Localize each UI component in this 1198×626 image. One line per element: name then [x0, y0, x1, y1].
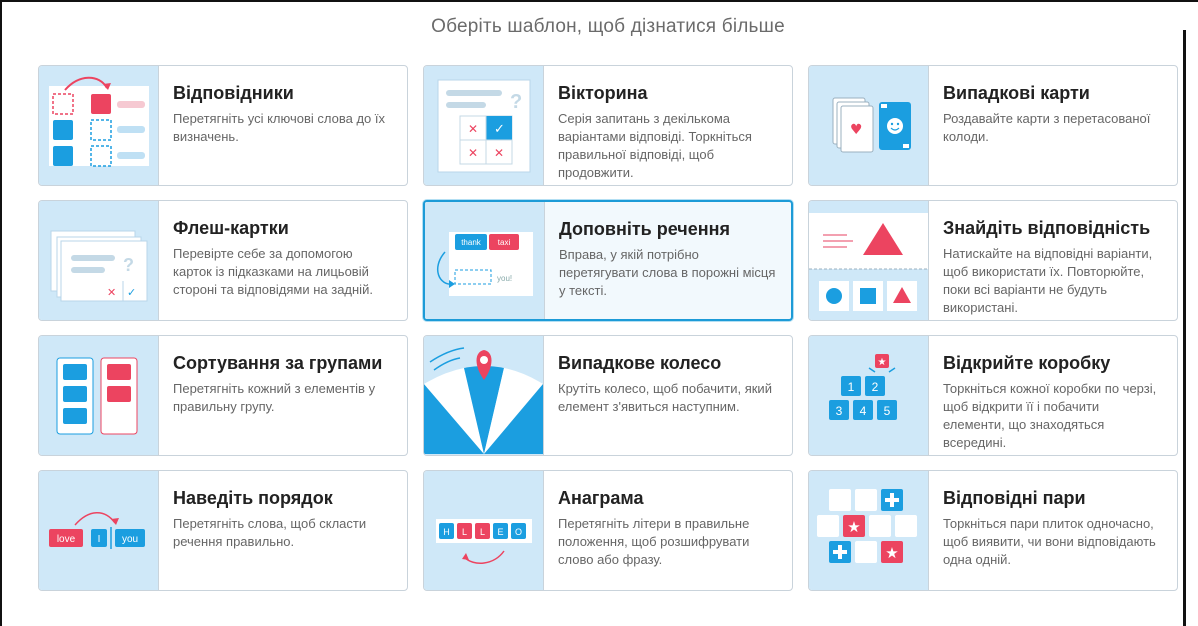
word-you: you — [122, 534, 138, 545]
letter-tile: L — [480, 527, 485, 537]
random-cards-icon: ♥ — [809, 66, 929, 185]
card-title: Відкрийте коробку — [943, 353, 1111, 373]
card-description: Торкніться пари плиток одночасно, щоб ви… — [943, 516, 1156, 567]
card-description: Натискайте на відповідні варіанти, щоб в… — [943, 246, 1153, 315]
template-card-find-match[interactable]: Знайдіть відповідність Натискайте на від… — [808, 200, 1178, 321]
box-number: 4 — [860, 404, 867, 418]
box-number: 3 — [836, 404, 843, 418]
card-description: Крутіть колесо, щоб побачити, який елеме… — [558, 381, 772, 414]
box-number: 1 — [848, 380, 855, 394]
template-card-group-sort[interactable]: Сортування за групами Перетягніть кожний… — [38, 335, 408, 456]
matching-pairs-icon: ★ ★ — [809, 471, 929, 590]
quiz-icon: ? ✕ ✓ ✕ ✕ — [424, 66, 544, 185]
svg-text:✓: ✓ — [127, 286, 136, 299]
card-description: Роздавайте карти з перетасованої колоди. — [943, 111, 1151, 144]
template-grid: Відповідники Перетягніть усі ключові сло… — [38, 65, 1178, 591]
svg-text:?: ? — [123, 255, 134, 275]
group-sort-icon — [39, 336, 159, 455]
page-title: Оберіть шаблон, щоб дізнатися більше — [431, 16, 785, 37]
unjumble-icon: love I you — [39, 471, 159, 590]
template-card-open-box[interactable]: ★ 1 2 3 4 5 Відкрийте коробку Торкніться… — [808, 335, 1178, 456]
template-card-unjumble[interactable]: love I you Наведіть порядок Перетягніть … — [38, 470, 408, 591]
card-title: Відповідні пари — [943, 488, 1086, 508]
template-card-random-cards[interactable]: ♥ Випадкові карти Роздавайте карти з пер… — [808, 65, 1178, 186]
template-card-complete-sentence[interactable]: thank taxi you! Доповніть речення Вправа… — [423, 200, 793, 321]
card-description: Торкніться кожної коробки по черзі, щоб … — [943, 381, 1157, 450]
spin-wheel-icon — [424, 336, 544, 455]
card-description: Перевірте себе за допомогою карток із пі… — [173, 246, 373, 297]
letter-tile: E — [497, 527, 503, 537]
card-description: Перетягніть кожний з елементів у правиль… — [173, 381, 376, 414]
box-number: 2 — [872, 380, 879, 394]
box-number: 5 — [884, 404, 891, 418]
match-up-icon — [39, 66, 159, 185]
letter-tile: L — [462, 527, 467, 537]
card-description: Перетягніть літери в правильне положення… — [558, 516, 750, 567]
complete-sentence-icon: thank taxi you! — [425, 202, 545, 319]
card-title: Відповідники — [173, 83, 294, 103]
svg-text:?: ? — [510, 91, 522, 113]
open-box-icon: ★ 1 2 3 4 5 — [809, 336, 929, 455]
card-title: Вікторина — [558, 83, 648, 103]
template-card-anagram[interactable]: H L L E O Анаграма Перетягніть літери в … — [423, 470, 793, 591]
letter-tile: H — [443, 527, 450, 537]
card-description: Перетягніть слова, щоб скласти речення п… — [173, 516, 367, 549]
letter-tile: O — [515, 527, 522, 537]
word-taxi: taxi — [498, 238, 511, 247]
template-card-flash-cards[interactable]: ? ✕ ✓ Флеш-картки Перевірте себе за допо… — [38, 200, 408, 321]
svg-text:✕: ✕ — [107, 286, 116, 299]
anagram-icon: H L L E O — [424, 471, 544, 590]
word-you: you! — [497, 274, 512, 283]
word-i: I — [98, 534, 101, 545]
find-match-icon — [809, 201, 929, 320]
word-thank: thank — [461, 238, 482, 247]
card-title: Знайдіть відповідність — [943, 218, 1151, 238]
word-love: love — [57, 534, 76, 545]
template-card-spin-wheel[interactable]: Випадкове колесо Крутіть колесо, щоб поб… — [423, 335, 793, 456]
template-card-quiz[interactable]: ? ✕ ✓ ✕ ✕ Вікторина Серія запитань з дек… — [423, 65, 793, 186]
card-title: Випадкові карти — [943, 83, 1090, 103]
svg-text:✕: ✕ — [468, 122, 478, 136]
card-title: Флеш-картки — [173, 218, 289, 238]
svg-text:✓: ✓ — [494, 122, 505, 137]
template-card-match-up[interactable]: Відповідники Перетягніть усі ключові сло… — [38, 65, 408, 186]
card-description: Перетягніть усі ключові слова до їх визн… — [173, 111, 385, 144]
template-card-matching-pairs[interactable]: ★ ★ Відповідні пари Торкніться пари плит… — [808, 470, 1178, 591]
flash-cards-icon: ? ✕ ✓ — [39, 201, 159, 320]
card-title: Доповніть речення — [559, 219, 730, 239]
card-title: Анаграма — [558, 488, 644, 508]
svg-text:★: ★ — [885, 544, 898, 562]
card-title: Сортування за групами — [173, 353, 383, 373]
card-description: Вправа, у якій потрібно перетягувати сло… — [559, 247, 776, 298]
svg-text:★: ★ — [847, 518, 860, 536]
svg-text:★: ★ — [878, 357, 887, 368]
card-title: Наведіть порядок — [173, 488, 333, 508]
card-description: Серія запитань з декількома варіантами в… — [558, 111, 752, 180]
card-title: Випадкове колесо — [558, 353, 722, 373]
svg-text:♥: ♥ — [850, 122, 863, 138]
svg-text:✕: ✕ — [494, 146, 504, 160]
svg-text:✕: ✕ — [468, 146, 478, 160]
